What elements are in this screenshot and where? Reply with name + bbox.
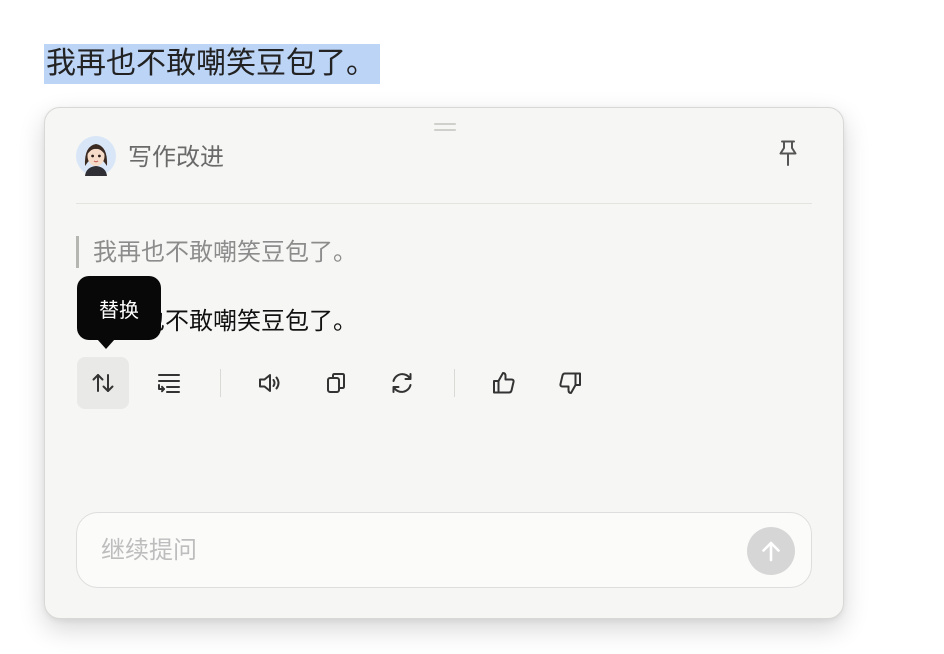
toolbar-separator [454,369,455,397]
selected-document-text: 我再也不敢嘲笑豆包了。 [44,44,380,84]
swap-vertical-icon [92,374,114,392]
send-button[interactable] [747,527,795,575]
regenerate-button[interactable] [376,357,428,409]
drag-handle[interactable] [434,122,456,132]
header-divider [76,203,812,204]
pin-button[interactable] [771,136,805,170]
replace-button[interactable] [77,357,129,409]
thumbs-down-icon [559,372,581,394]
insert-lines-icon [158,374,180,393]
refresh-icon [392,373,412,393]
writing-improve-panel: 写作改进 我再也不敢嘲笑豆包了。 我再也不敢嘲笑豆包了。 替换 [44,107,844,619]
speaker-icon [259,374,280,392]
replace-tooltip: 替换 [77,276,161,349]
toolbar-separator [220,369,221,397]
follow-up-input[interactable] [101,531,721,569]
follow-up-input-box [76,512,812,588]
avatar-icon [76,136,116,176]
panel-title: 写作改进 [128,143,224,171]
insert-below-button[interactable] [143,357,195,409]
copy-button[interactable] [310,357,362,409]
like-button[interactable] [478,357,530,409]
quote-bar [76,236,79,268]
read-aloud-button[interactable] [244,357,296,409]
dislike-button[interactable] [544,357,596,409]
copy-icon [327,373,345,393]
original-quote: 我再也不敢嘲笑豆包了。 [93,238,357,266]
thumbs-up-icon [493,372,515,394]
arrow-up-icon [762,541,780,562]
pin-icon [779,140,797,166]
